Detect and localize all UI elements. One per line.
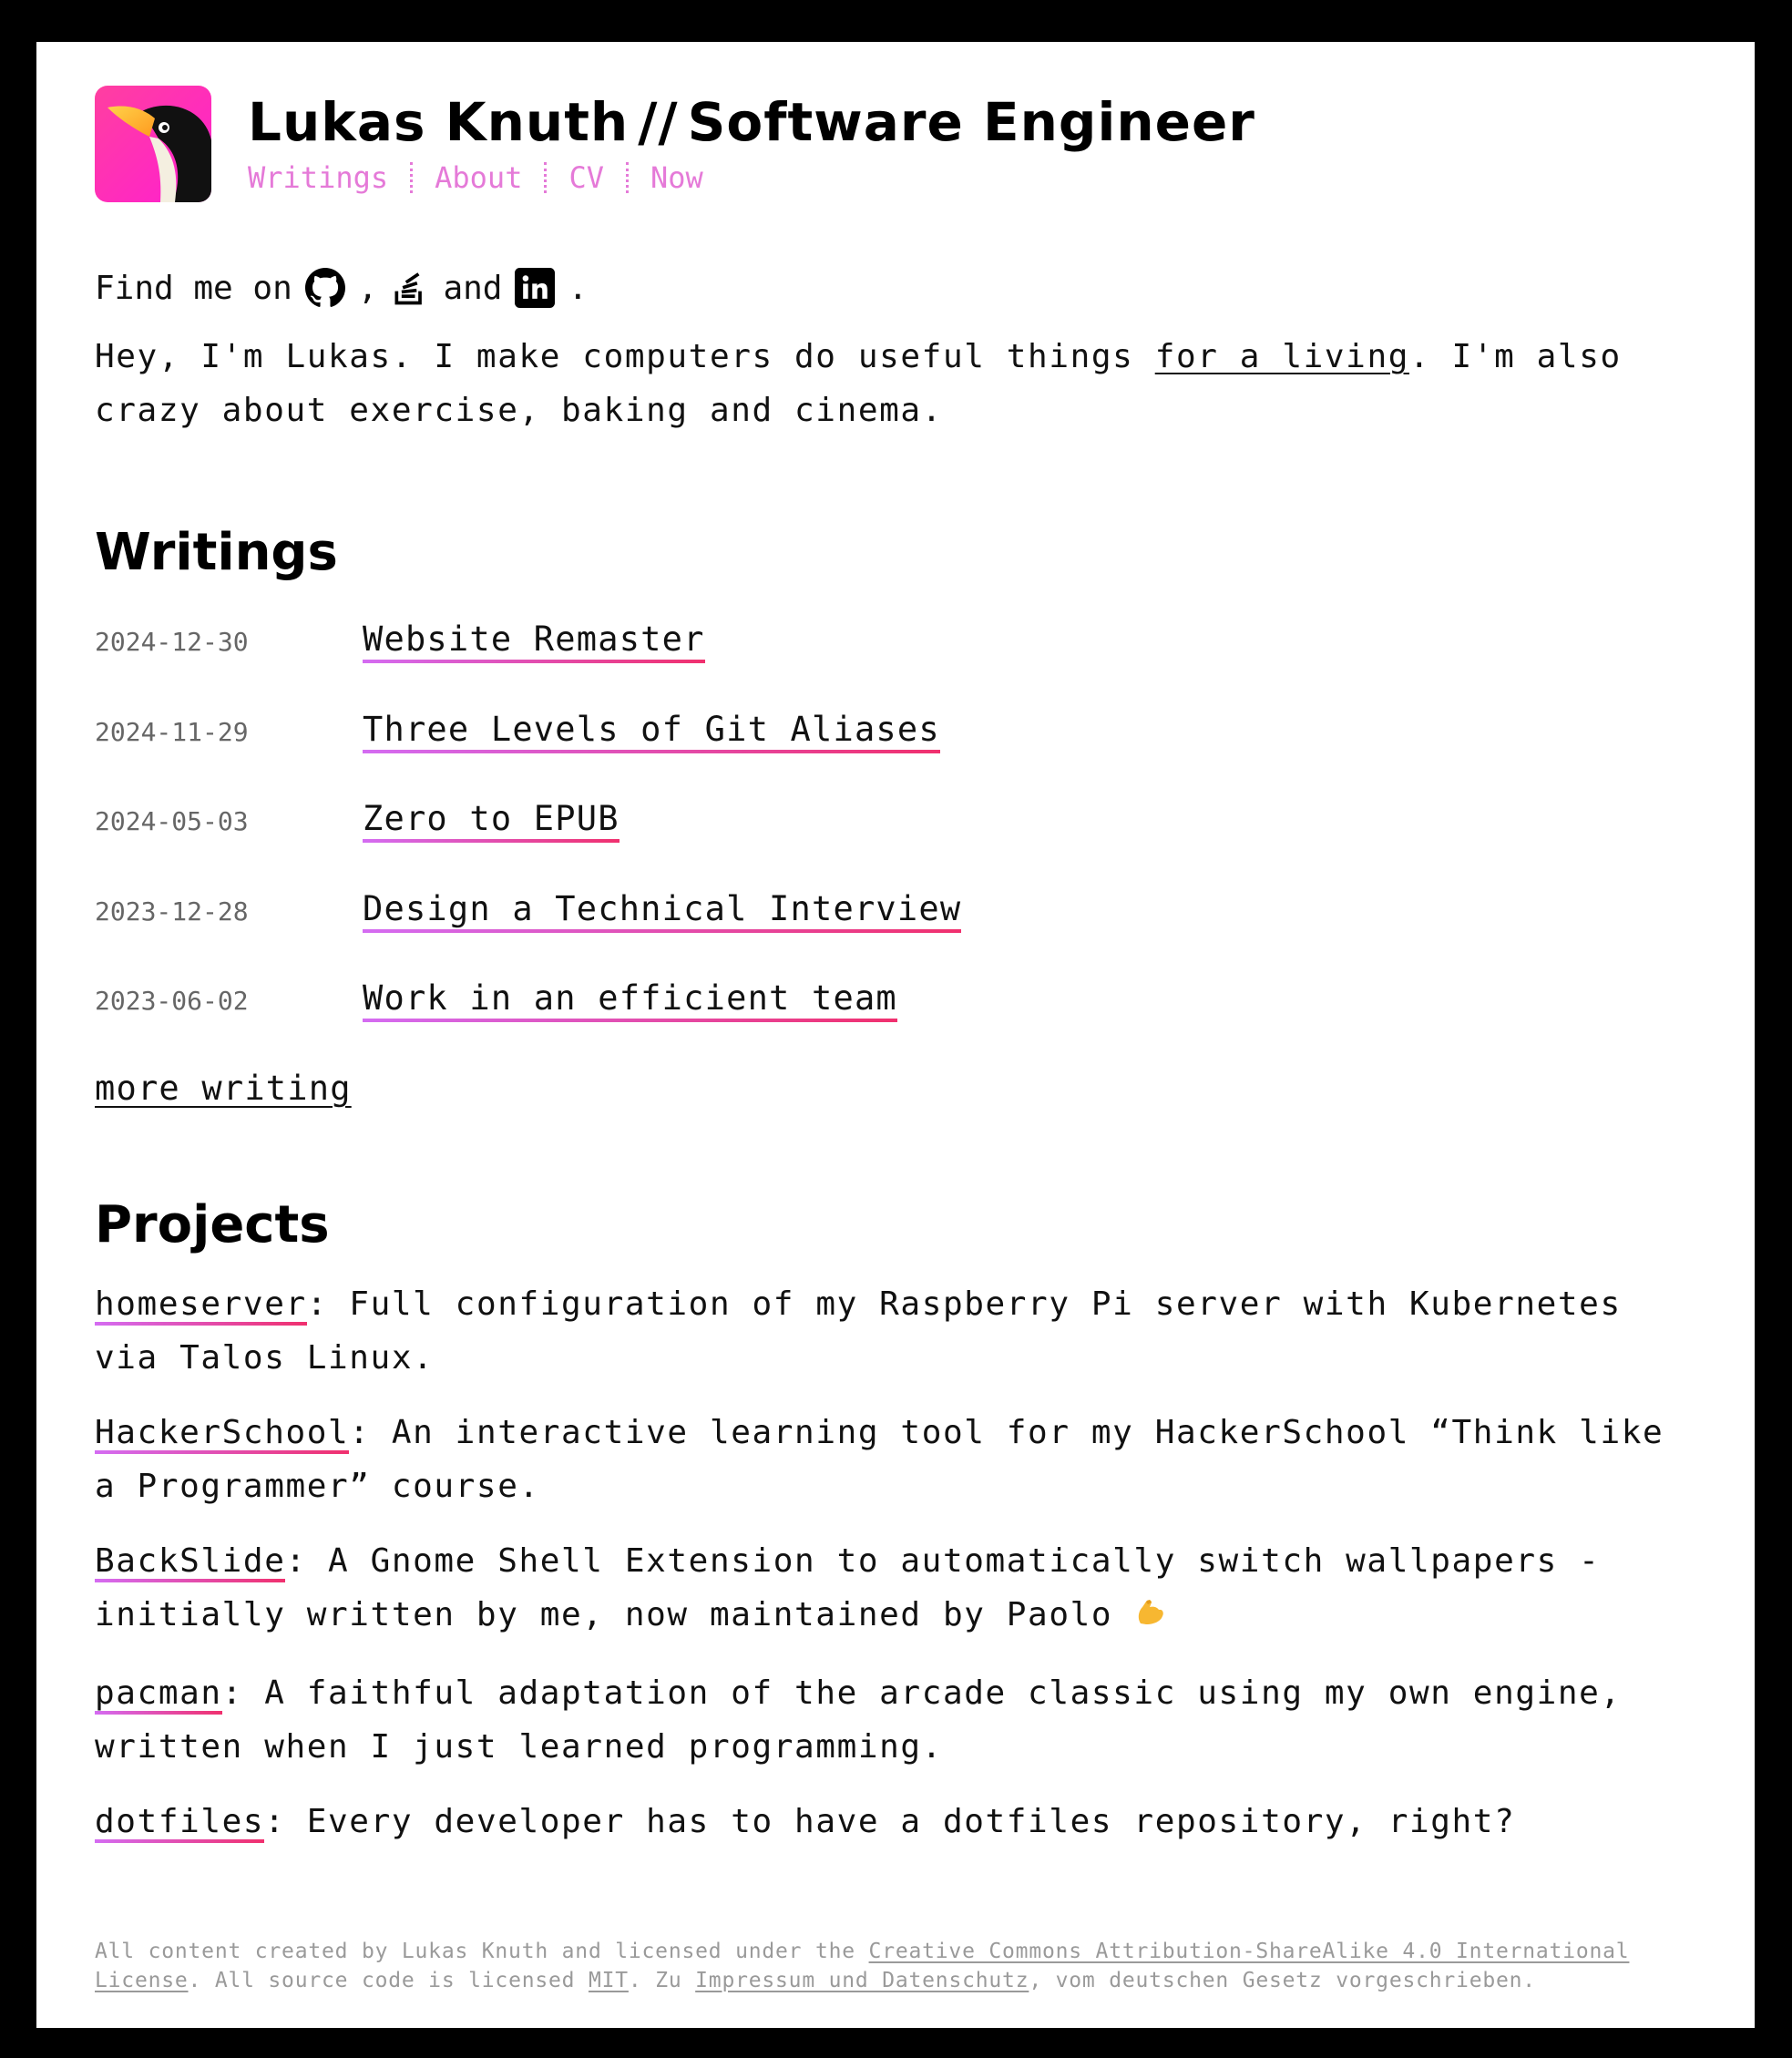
project-description: : Full configuration of my Raspberry Pi …	[95, 1285, 1622, 1377]
nav-divider	[410, 162, 414, 193]
nav-now[interactable]: Now	[650, 160, 703, 195]
post-list: 2024-12-30 Website Remaster 2024-11-29 T…	[95, 619, 1698, 1069]
post-date: 2024-12-30	[95, 627, 249, 657]
nav-writings[interactable]: Writings	[248, 160, 388, 195]
stackoverflow-icon[interactable]	[390, 268, 430, 308]
for-a-living-link[interactable]: for a living	[1155, 338, 1409, 375]
post-date: 2023-06-02	[95, 986, 249, 1016]
page-frame: Lukas Knuth//Software Engineer Writings …	[36, 42, 1755, 2028]
footer-text: All content created by Lukas Knuth and l…	[95, 1940, 869, 1963]
social-and: and	[443, 269, 503, 307]
social-line: Find me on , and .	[95, 264, 1698, 312]
post-date: 2024-05-03	[95, 806, 249, 836]
github-icon[interactable]	[304, 268, 345, 308]
nav-divider	[625, 162, 629, 193]
post-row: 2023-12-28 Design a Technical Interview	[95, 888, 1698, 979]
project-item: BackSlide: A Gnome Shell Extension to au…	[95, 1534, 1698, 1645]
intro-paragraph: Hey, I'm Lukas. I make computers do usef…	[95, 330, 1698, 437]
social-period: .	[568, 269, 589, 307]
projects-heading: Projects	[95, 1194, 330, 1254]
project-item: HackerSchool: An interactive learning to…	[95, 1406, 1698, 1513]
project-item: homeserver: Full configuration of my Ras…	[95, 1277, 1698, 1385]
project-item: dotfiles: Every developer has to have a …	[95, 1795, 1698, 1848]
project-link-dotfiles[interactable]: dotfiles	[95, 1800, 265, 1843]
footer-text: . Zu	[628, 1969, 696, 1992]
flexed-biceps-icon	[1133, 1592, 1166, 1645]
site-title-role: Software Engineer	[687, 91, 1255, 153]
footer-text: . All source code is licensed	[188, 1969, 589, 1992]
project-description: : A faithful adaptation of the arcade cl…	[95, 1674, 1622, 1766]
impressum-link[interactable]: Impressum und Datenschutz	[695, 1969, 1029, 1992]
post-row: 2023-06-02 Work in an efficient team	[95, 978, 1698, 1069]
nav-divider	[544, 162, 548, 193]
nav-about[interactable]: About	[435, 160, 522, 195]
post-date: 2024-11-29	[95, 716, 249, 747]
post-title-link[interactable]: Design a Technical Interview	[363, 888, 962, 933]
site-footer: All content created by Lukas Knuth and l…	[95, 1937, 1698, 1995]
post-title-link[interactable]: Work in an efficient team	[363, 978, 897, 1022]
post-title-link[interactable]: Website Remaster	[363, 619, 705, 663]
site-title: Lukas Knuth//Software Engineer	[248, 87, 1255, 157]
post-title-link[interactable]: Three Levels of Git Aliases	[363, 709, 940, 753]
header-text: Lukas Knuth//Software Engineer Writings …	[248, 87, 1255, 195]
site-title-name: Lukas Knuth	[248, 91, 630, 153]
top-nav: Writings About CV Now	[248, 160, 1255, 195]
linkedin-icon[interactable]	[515, 268, 556, 308]
more-writing-link[interactable]: more writing	[95, 1069, 352, 1108]
writings-heading: Writings	[95, 523, 338, 582]
project-link-pacman[interactable]: pacman	[95, 1672, 222, 1715]
post-row: 2024-12-30 Website Remaster	[95, 619, 1698, 710]
mit-license-link[interactable]: MIT	[589, 1969, 629, 1992]
nav-cv[interactable]: CV	[568, 160, 604, 195]
project-item: pacman: A faithful adaptation of the arc…	[95, 1666, 1698, 1774]
site-header: Lukas Knuth//Software Engineer Writings …	[95, 86, 1698, 204]
intro-text-before: Hey, I'm Lukas. I make computers do usef…	[95, 338, 1155, 375]
post-row: 2024-11-29 Three Levels of Git Aliases	[95, 709, 1698, 800]
site-title-separator: //	[638, 91, 679, 153]
project-link-backslide[interactable]: BackSlide	[95, 1540, 286, 1582]
post-date: 2023-12-28	[95, 896, 249, 927]
social-comma: ,	[357, 269, 378, 307]
project-description: : A Gnome Shell Extension to automatical…	[95, 1541, 1601, 1633]
footer-text: , vom deutschen Gesetz vorgeschrieben.	[1029, 1969, 1536, 1992]
project-description: : Every developer has to have a dotfiles…	[264, 1802, 1516, 1840]
post-title-link[interactable]: Zero to EPUB	[363, 799, 620, 843]
post-row: 2024-05-03 Zero to EPUB	[95, 799, 1698, 889]
project-list: homeserver: Full configuration of my Ras…	[95, 1277, 1698, 1848]
site-logo[interactable]	[95, 86, 211, 202]
main-content: Lukas Knuth//Software Engineer Writings …	[95, 86, 1698, 1869]
project-link-homeserver[interactable]: homeserver	[95, 1283, 307, 1326]
project-link-hackerschool[interactable]: HackerSchool	[95, 1411, 350, 1454]
social-prefix: Find me on	[95, 269, 292, 307]
